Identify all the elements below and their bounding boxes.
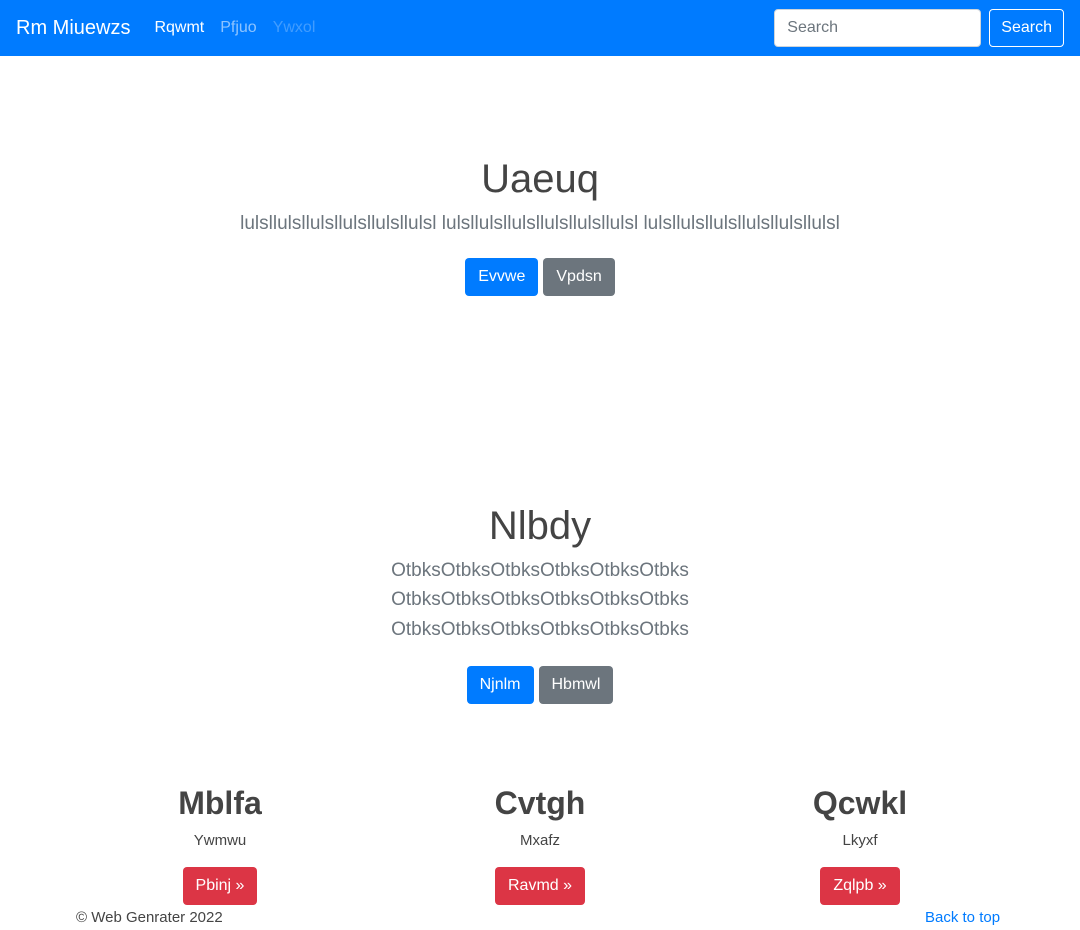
column-qcwkl: Qcwkl Lkyxf Zqlpb » bbox=[710, 784, 1010, 906]
hero-text: OtbksOtbksOtbksOtbksOtbksOtbks OtbksOtbk… bbox=[391, 560, 689, 640]
hero-title: Nlbdy bbox=[488, 504, 592, 548]
column-title: Qcwkl bbox=[812, 785, 908, 821]
nav-link-rqwmt[interactable]: Rqwmt bbox=[154, 19, 204, 37]
pbinj-button[interactable]: Pbinj » bbox=[182, 867, 258, 906]
evvwe-button[interactable]: Evvwe bbox=[465, 258, 539, 297]
hero-section-nlbdy: Nlbdy OtbksOtbksOtbksOtbksOtbksOtbks Otb… bbox=[0, 502, 1080, 705]
zqlpb-button[interactable]: Zqlpb » bbox=[820, 867, 900, 906]
back-to-top-link[interactable]: Back to top bbox=[925, 909, 1000, 926]
nav-links: Rqwmt Pfjuo Ywxol bbox=[154, 19, 331, 37]
navbar-search-form: Search bbox=[774, 9, 1064, 47]
column-cvtgh: Cvtgh Mxafz Ravmd » bbox=[390, 784, 690, 906]
hbmwl-button[interactable]: Hbmwl bbox=[538, 666, 614, 705]
nav-link-pfjuo[interactable]: Pfjuo bbox=[220, 19, 256, 37]
search-button[interactable]: Search bbox=[989, 9, 1064, 47]
column-title: Mblfa bbox=[178, 785, 262, 821]
ravmd-button[interactable]: Ravmd » bbox=[494, 867, 586, 906]
navbar-brand[interactable]: Rm Miuewzs bbox=[16, 17, 130, 40]
nav-link-ywxol: Ywxol bbox=[272, 19, 316, 36]
column-title: Cvtgh bbox=[494, 785, 586, 821]
hero-title: Uaeuq bbox=[481, 157, 599, 201]
vpdsn-button[interactable]: Vpdsn bbox=[543, 258, 615, 297]
hero-section-uaeuq: Uaeuq lulsllulsllulsllulsllulsllulsl lul… bbox=[0, 155, 1080, 297]
column-text: Lkyxf bbox=[842, 832, 878, 850]
hero-button-row: Njnlm Hbmwl bbox=[0, 666, 1080, 705]
column-mblfa: Mblfa Ywmwu Pbinj » bbox=[70, 784, 370, 906]
hero-text: lulsllulsllulsllulsllulsllulsl lulslluls… bbox=[240, 213, 840, 234]
footer-copyright: © Web Genrater 2022 bbox=[76, 909, 223, 926]
hero-button-row: Evvwe Vpdsn bbox=[0, 258, 1080, 297]
column-text: Ywmwu bbox=[193, 832, 247, 850]
top-navbar: Rm Miuewzs Rqwmt Pfjuo Ywxol Search bbox=[0, 0, 1080, 56]
njnlm-button[interactable]: Njnlm bbox=[466, 666, 534, 705]
column-text: Mxafz bbox=[519, 832, 560, 850]
search-input[interactable] bbox=[774, 9, 982, 47]
